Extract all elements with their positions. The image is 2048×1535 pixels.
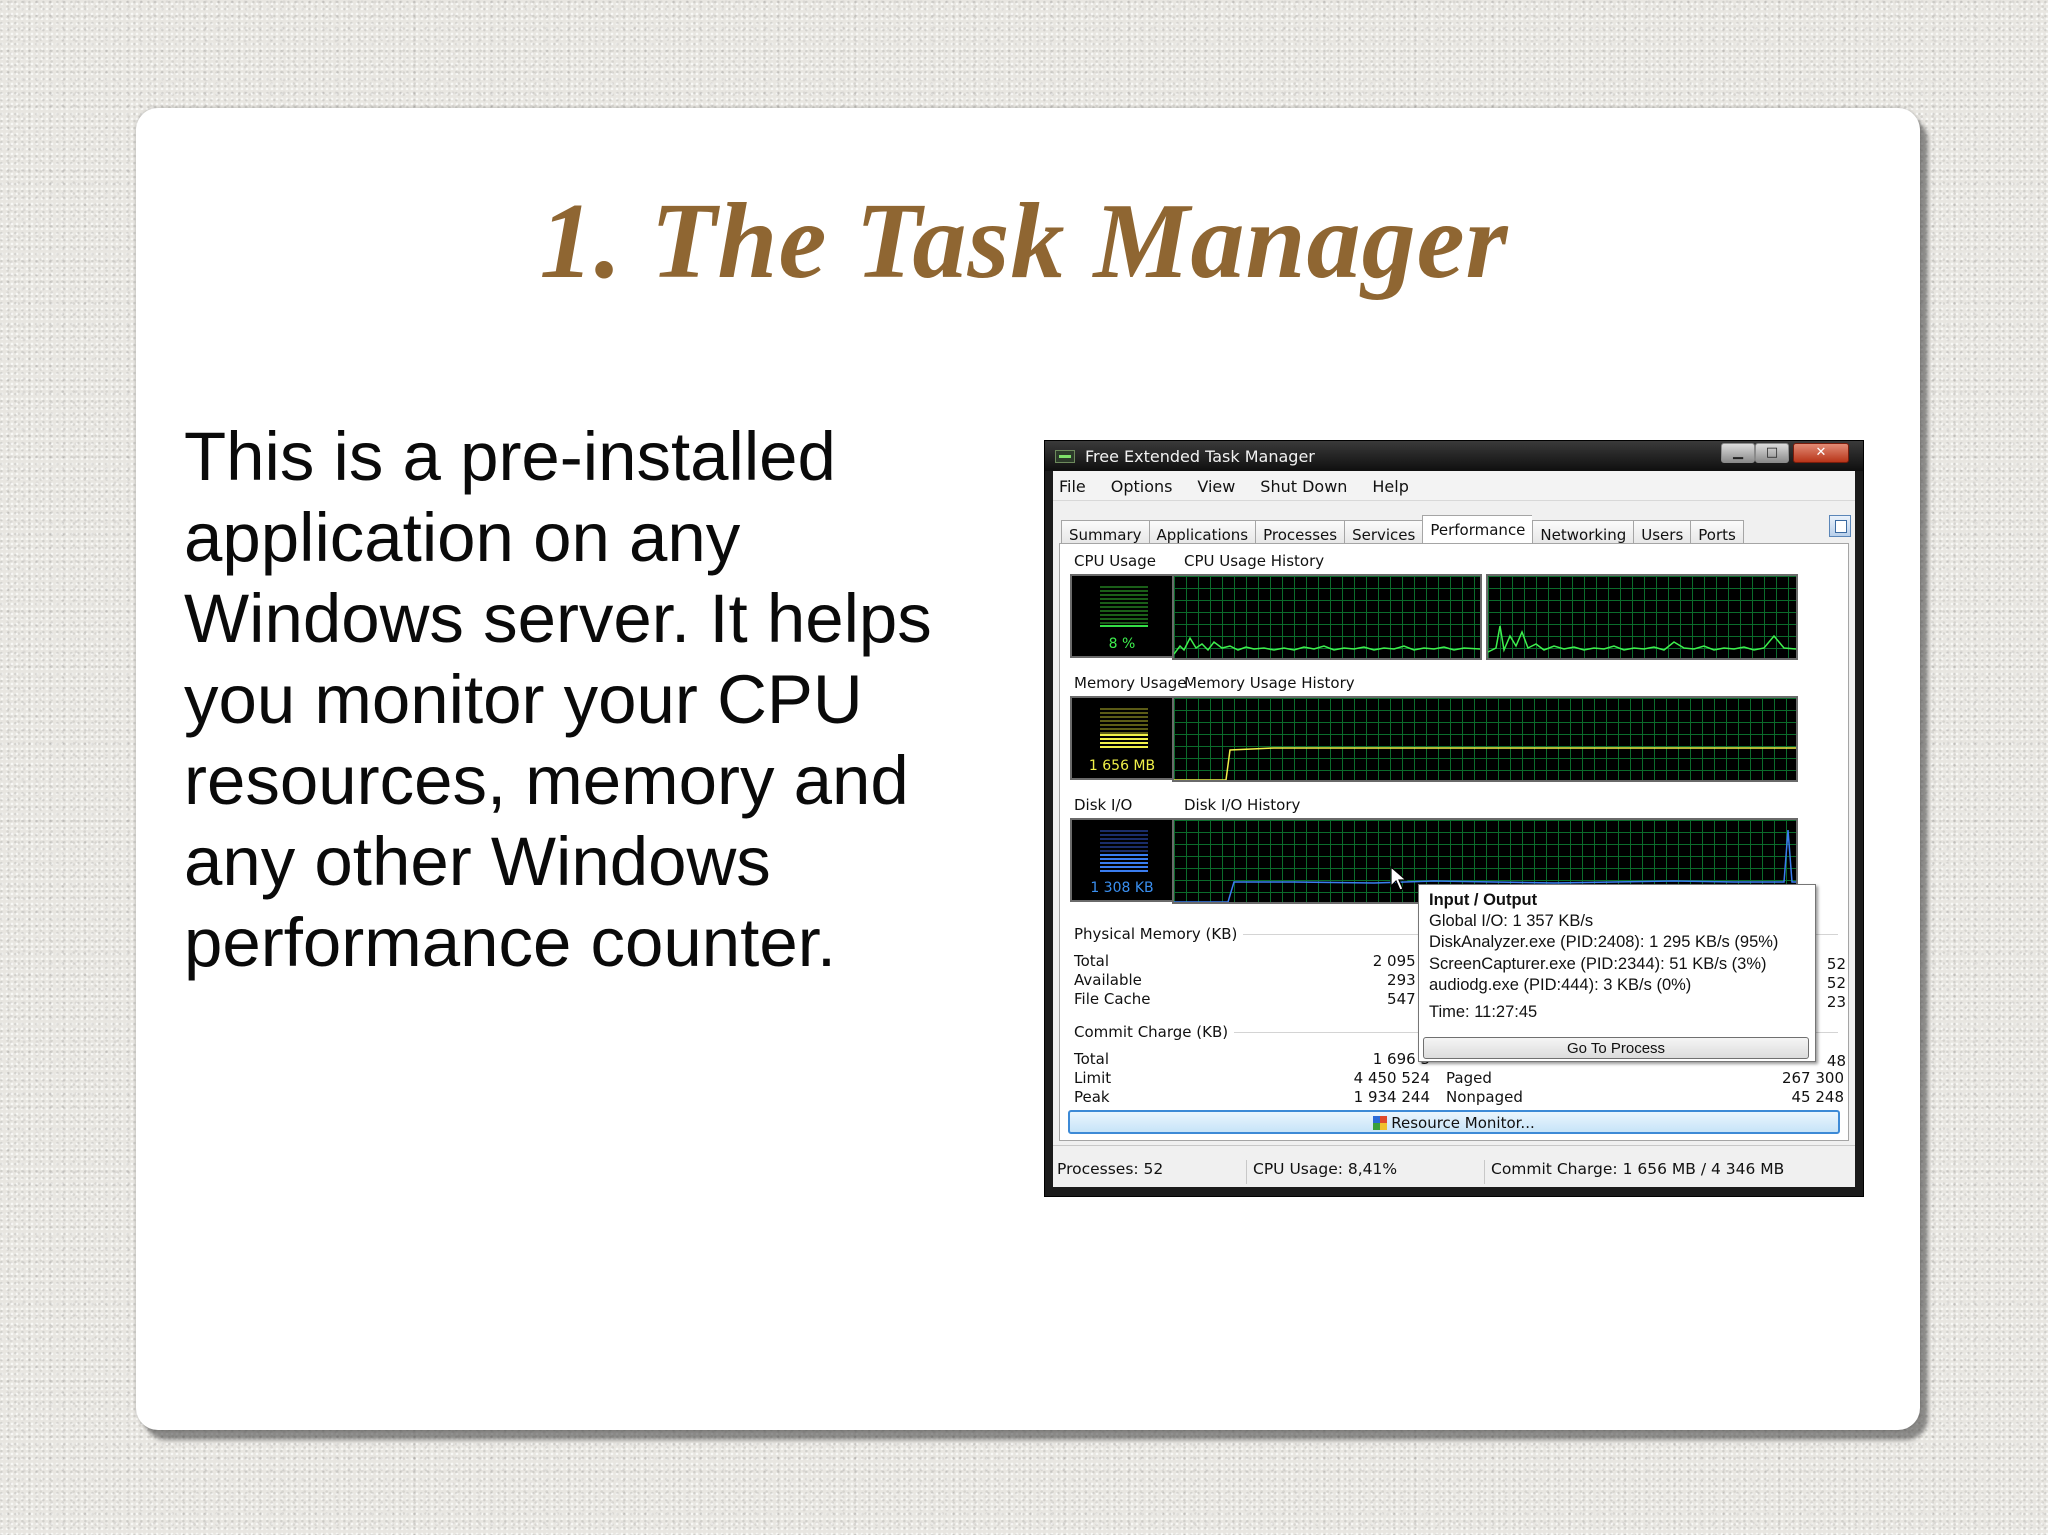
menu-shut-down[interactable]: Shut Down bbox=[1248, 471, 1355, 496]
disk-io-value: 1 308 KB bbox=[1090, 880, 1154, 896]
kernel-nonpaged-label: Nonpaged bbox=[1446, 1088, 1523, 1106]
performance-page: CPU Usage CPU Usage History 8 % Memory U… bbox=[1059, 543, 1849, 1141]
commit-total-value: 1 696 3 bbox=[1372, 1050, 1430, 1068]
io-tooltip: Input / Output Global I/O: 1 357 KB/s Di… bbox=[1418, 884, 1816, 1062]
kernel-paged-value: 267 300 bbox=[1781, 1069, 1844, 1087]
commit-charge-title: Commit Charge (KB) bbox=[1074, 1023, 1235, 1041]
status-cpu-usage: CPU Usage: 8,41% bbox=[1249, 1160, 1485, 1184]
memory-history-graph bbox=[1172, 696, 1798, 782]
tooltip-line: Global I/O: 1 357 KB/s bbox=[1429, 912, 1594, 930]
tooltip-line: DiskAnalyzer.exe (PID:2408): 1 295 KB/s … bbox=[1429, 933, 1779, 951]
commit-limit-label: Limit bbox=[1074, 1069, 1112, 1087]
menu-options[interactable]: Options bbox=[1099, 471, 1181, 496]
system-value: 52 bbox=[1826, 974, 1846, 992]
window-title: Free Extended Task Manager bbox=[1085, 447, 1315, 466]
memory-usage-level bbox=[1100, 734, 1148, 750]
maximize-button[interactable]: □ bbox=[1755, 443, 1789, 463]
body-line: performance counter. bbox=[184, 904, 837, 981]
task-manager-icon bbox=[1055, 450, 1075, 463]
physical-memory-total-label: Total bbox=[1074, 952, 1110, 970]
resource-monitor-button[interactable]: Resource Monitor... bbox=[1068, 1110, 1840, 1134]
go-to-process-button[interactable]: Go To Process bbox=[1423, 1037, 1809, 1059]
slide-body: This is a pre-installed application on a… bbox=[184, 416, 1004, 983]
cpu-usage-meter: 8 % bbox=[1070, 574, 1174, 658]
resource-monitor-icon bbox=[1373, 1116, 1388, 1130]
disk-io-level bbox=[1100, 854, 1148, 872]
window-help-button[interactable] bbox=[1829, 515, 1851, 537]
close-button[interactable]: ✕ bbox=[1793, 443, 1849, 463]
disk-io-label: Disk I/O bbox=[1074, 796, 1133, 814]
commit-total-label: Total bbox=[1074, 1050, 1110, 1068]
body-line: any other Windows bbox=[184, 823, 771, 900]
tooltip-line: ScreenCapturer.exe (PID:2344): 51 KB/s (… bbox=[1429, 955, 1767, 973]
window-titlebar[interactable]: Free Extended Task Manager ▁ □ ✕ bbox=[1045, 441, 1863, 471]
body-line: you monitor your CPU bbox=[184, 661, 863, 738]
tab-strip: Summary Applications Processes Services Perf… bbox=[1061, 515, 1744, 548]
tooltip-title: Input / Output bbox=[1429, 891, 1538, 909]
cpu-history-graph-core2 bbox=[1486, 574, 1798, 660]
disk-io-history-label: Disk I/O History bbox=[1184, 796, 1301, 814]
status-commit-charge: Commit Charge: 1 656 MB / 4 346 MB bbox=[1491, 1160, 1785, 1178]
commit-peak-value: 1 934 244 bbox=[1353, 1088, 1430, 1106]
status-processes: Processes: 52 bbox=[1053, 1160, 1247, 1184]
body-line: This is a pre-installed bbox=[184, 418, 836, 495]
body-line: resources, memory and bbox=[184, 742, 909, 819]
physical-memory-title: Physical Memory (KB) bbox=[1074, 925, 1244, 943]
cpu-history-graph-core1 bbox=[1172, 574, 1482, 660]
resource-monitor-label: Resource Monitor... bbox=[1391, 1114, 1535, 1132]
menu-file[interactable]: File bbox=[1053, 471, 1094, 496]
menu-view[interactable]: View bbox=[1185, 471, 1243, 496]
mouse-cursor-icon bbox=[1390, 866, 1408, 891]
memory-usage-label: Memory Usage bbox=[1074, 674, 1187, 692]
commit-peak-label: Peak bbox=[1074, 1088, 1110, 1106]
physical-memory-file-cache-label: File Cache bbox=[1074, 990, 1151, 1008]
kernel-nonpaged-value: 45 248 bbox=[1791, 1088, 1845, 1106]
cpu-usage-value: 8 % bbox=[1108, 636, 1136, 652]
system-value: 23 bbox=[1826, 993, 1846, 1011]
status-bar: Processes: 52 CPU Usage: 8,41% Commit Ch… bbox=[1053, 1145, 1855, 1185]
disk-io-meter: 1 308 KB bbox=[1070, 818, 1174, 902]
menu-bar: File Options View Shut Down Help bbox=[1053, 471, 1855, 501]
kernel-total-value: 48 bbox=[1826, 1052, 1846, 1070]
window-client: File Options View Shut Down Help Summary… bbox=[1053, 471, 1855, 1187]
memory-usage-meter: 1 656 MB bbox=[1070, 696, 1174, 780]
memory-history-label: Memory Usage History bbox=[1184, 674, 1355, 692]
memory-usage-value: 1 656 MB bbox=[1088, 758, 1156, 774]
menu-help[interactable]: Help bbox=[1360, 471, 1416, 496]
cpu-usage-label: CPU Usage bbox=[1074, 552, 1157, 570]
slide-title: 1. The Task Manager bbox=[539, 182, 1509, 301]
minimize-button[interactable]: ▁ bbox=[1721, 443, 1755, 463]
body-line: Windows server. It helps bbox=[184, 580, 932, 657]
physical-memory-available-label: Available bbox=[1074, 971, 1142, 989]
commit-limit-value: 4 450 524 bbox=[1353, 1069, 1430, 1087]
kernel-paged-label: Paged bbox=[1446, 1069, 1492, 1087]
task-manager-window: Free Extended Task Manager ▁ □ ✕ File Op… bbox=[1044, 440, 1864, 1197]
cpu-history-label: CPU Usage History bbox=[1184, 552, 1325, 570]
system-value: 52 bbox=[1826, 955, 1846, 973]
cpu-usage-level bbox=[1100, 625, 1148, 628]
body-line: application on any bbox=[184, 499, 741, 576]
tooltip-time: Time: 11:27:45 bbox=[1429, 1003, 1538, 1021]
tooltip-line: audiodg.exe (PID:444): 3 KB/s (0%) bbox=[1429, 976, 1692, 994]
